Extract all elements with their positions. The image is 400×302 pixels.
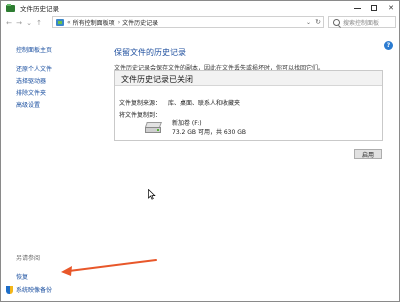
search-placeholder: 搜索控制面板 — [343, 19, 380, 27]
recent-locations-button[interactable]: ⌄ — [24, 17, 34, 29]
page-title: 保留文件的历史记录 — [114, 48, 186, 57]
copy-from-label: 文件复制来源： — [119, 100, 162, 107]
forward-button[interactable]: → — [14, 17, 24, 29]
drive-icon — [145, 122, 162, 133]
window-title: 文件历史记录 — [20, 5, 59, 13]
copy-to-label: 将文件复制到： — [119, 112, 162, 119]
enable-button[interactable]: 启用 — [354, 149, 382, 159]
close-button[interactable]: ✕ — [383, 1, 399, 15]
breadcrumb-all-control-panel-items[interactable]: 所有控制面板项 — [73, 18, 115, 27]
drive-free-space: 73.2 GB 可用，共 630 GB — [172, 129, 246, 136]
status-panel-title: 文件历史记录已关闭 — [121, 75, 193, 84]
refresh-icon[interactable]: ↻ — [315, 17, 321, 27]
breadcrumb-separator-icon[interactable]: › — [118, 19, 120, 26]
drive-name: 新加卷 (F:) — [172, 120, 202, 127]
search-icon — [333, 18, 340, 26]
search-input[interactable]: 搜索控制面板 — [328, 16, 396, 28]
control-panel-icon — [56, 18, 64, 26]
maximize-button[interactable] — [366, 1, 382, 15]
sidebar-item-restore-personal-files[interactable]: 还原个人文件 — [16, 64, 52, 73]
help-icon[interactable]: ? — [384, 41, 393, 50]
maximize-icon — [371, 5, 377, 11]
status-panel: 文件历史记录已关闭 文件复制来源： 库、桌面、联系人和收藏夹 将文件复制到： 新… — [114, 70, 383, 141]
file-history-app-icon — [6, 3, 15, 13]
sidebar-item-recovery[interactable]: 恢复 — [16, 272, 28, 281]
sidebar-item-exclude-folders[interactable]: 排除文件夹 — [16, 88, 46, 97]
close-icon: ✕ — [388, 4, 394, 12]
file-history-window: 文件历史记录 ✕ ← → ⌄ ↑ « 所有控制面板项 › 文件历史记录 ⌄ ↻ … — [0, 0, 400, 302]
see-also-heading: 另请参阅 — [16, 255, 41, 262]
sidebar-item-select-drive[interactable]: 选择驱动器 — [16, 76, 46, 85]
mouse-cursor-icon — [148, 189, 156, 200]
back-button[interactable]: ← — [4, 17, 14, 29]
minimize-button[interactable] — [349, 1, 365, 15]
status-panel-header: 文件历史记录已关闭 — [115, 71, 382, 86]
copy-from-value: 库、桌面、联系人和收藏夹 — [168, 100, 241, 107]
sidebar-item-system-image-backup[interactable]: 系统映像备份 — [6, 285, 52, 294]
chevron-down-icon: ⌄ — [26, 18, 32, 27]
uac-shield-icon — [6, 285, 13, 294]
up-button[interactable]: ↑ — [34, 17, 44, 29]
system-image-backup-label: 系统映像备份 — [16, 287, 53, 294]
title-bar: 文件历史记录 ✕ — [1, 1, 399, 15]
back-arrow-icon: ← — [6, 18, 12, 27]
sidebar: 控制面板主页 还原个人文件 选择驱动器 排除文件夹 高级设置 另请参阅 恢复 系… — [1, 30, 101, 301]
address-dropdown-icon[interactable]: ⌄ — [306, 17, 311, 27]
overflow-chevron-icon[interactable]: « — [67, 19, 71, 26]
minimize-icon — [353, 7, 361, 9]
sidebar-item-advanced-settings[interactable]: 高级设置 — [16, 100, 40, 109]
up-arrow-icon: ↑ — [36, 18, 42, 27]
sidebar-item-control-panel-home[interactable]: 控制面板主页 — [16, 45, 52, 54]
forward-arrow-icon: → — [16, 18, 22, 27]
address-bar[interactable]: « 所有控制面板项 › 文件历史记录 ⌄ ↻ — [52, 16, 324, 28]
breadcrumb-file-history[interactable]: 文件历史记录 — [122, 18, 158, 27]
navigation-bar: ← → ⌄ ↑ « 所有控制面板项 › 文件历史记录 ⌄ ↻ 搜索控制面板 — [1, 15, 399, 30]
